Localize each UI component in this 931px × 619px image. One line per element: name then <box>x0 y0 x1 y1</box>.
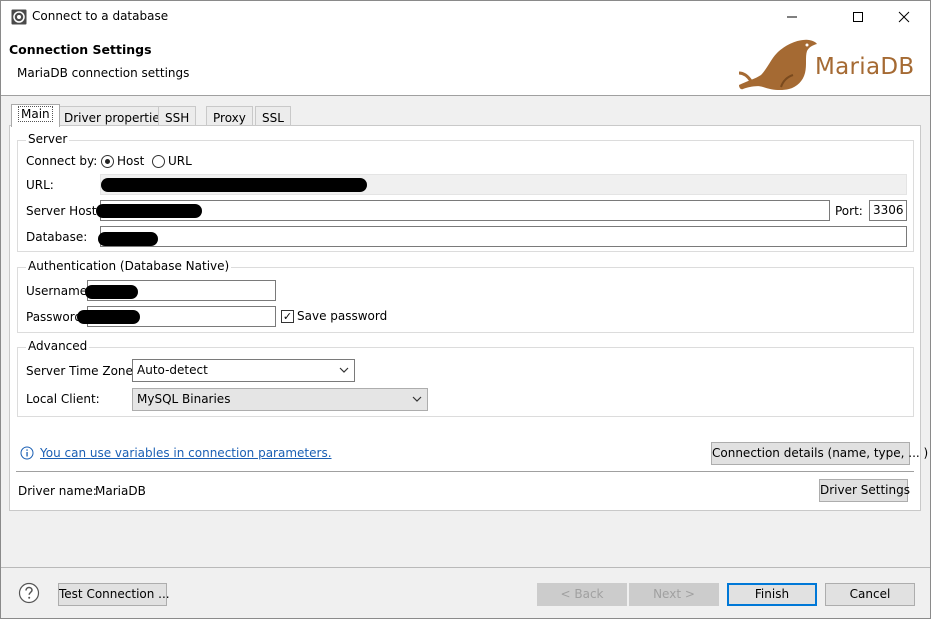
title-bar: Connect to a database <box>1 1 930 33</box>
tab-label: Proxy <box>213 111 246 125</box>
redacted-url <box>101 178 367 192</box>
finish-button[interactable]: Finish <box>727 583 817 606</box>
redacted-database <box>98 232 158 246</box>
server-group: Server Connect by: Host URL URL: Server … <box>17 132 914 252</box>
authentication-group-title: Authentication (Database Native) <box>26 259 232 273</box>
logo-text: MariaDB <box>815 54 915 80</box>
chevron-down-icon <box>339 367 349 373</box>
host-radio[interactable] <box>101 155 114 168</box>
advanced-group-title: Advanced <box>26 339 90 353</box>
page-title: Connection Settings <box>9 42 152 57</box>
tab-main[interactable]: Main <box>11 104 60 127</box>
back-button[interactable]: < Back <box>537 583 627 606</box>
connect-database-dialog: Connect to a database Connection Setting… <box>0 0 931 619</box>
connect-by-label: Connect by: <box>26 154 98 168</box>
window-title: Connect to a database <box>32 9 169 23</box>
dialog-footer: Test Connection ... < Back Next > Finish… <box>1 567 930 618</box>
password-input[interactable] <box>77 306 276 327</box>
chevron-down-icon <box>412 396 422 402</box>
minimize-button[interactable] <box>769 1 815 33</box>
server-host-label: Server Host: <box>26 204 101 218</box>
test-connection-button[interactable]: Test Connection ... <box>58 583 170 606</box>
tab-label: SSH <box>165 111 190 125</box>
maximize-icon <box>853 12 863 22</box>
url-radio-label: URL <box>168 154 192 168</box>
close-button[interactable] <box>881 1 927 33</box>
app-icon <box>11 9 27 25</box>
database-label: Database: <box>26 230 88 244</box>
tab-label: Main <box>18 106 53 122</box>
save-password-label: Save password <box>297 309 388 323</box>
connection-details-button[interactable]: Connection details (name, type, ... ) <box>711 442 928 465</box>
variables-help-link[interactable]: You can use variables in connection para… <box>40 446 332 460</box>
server-time-zone-value: Auto-detect <box>137 363 208 377</box>
host-radio-label: Host <box>117 154 145 168</box>
authentication-group: Authentication (Database Native) Usernam… <box>17 259 914 333</box>
url-input[interactable] <box>100 174 907 195</box>
port-input[interactable]: 3306 <box>869 200 907 221</box>
info-icon <box>20 446 34 460</box>
save-password-checkbox[interactable]: ✓ <box>281 310 294 323</box>
local-client-value: MySQL Binaries <box>137 392 231 406</box>
advanced-group: Advanced Server Time Zone: Auto-detect L… <box>17 339 914 417</box>
url-radio[interactable] <box>152 155 165 168</box>
port-value: 3306 <box>873 203 904 217</box>
server-time-zone-label: Server Time Zone: <box>26 364 137 378</box>
port-label: Port: <box>835 204 863 218</box>
next-button[interactable]: Next > <box>629 583 719 606</box>
local-client-select[interactable]: MySQL Binaries <box>132 388 428 411</box>
cancel-button[interactable]: Cancel <box>825 583 915 606</box>
local-client-label: Local Client: <box>26 392 100 406</box>
driver-name-value: MariaDB <box>95 484 146 498</box>
maximize-button[interactable] <box>835 1 881 33</box>
server-time-zone-select[interactable]: Auto-detect <box>132 359 355 382</box>
tab-label: SSL <box>262 111 284 125</box>
sea-lion-icon <box>738 39 817 91</box>
tab-proxy[interactable]: Proxy <box>206 106 253 127</box>
tab-ssl[interactable]: SSL <box>255 106 291 127</box>
dialog-header: Connection Settings MariaDB connection s… <box>1 33 930 96</box>
redacted-host <box>96 204 202 218</box>
help-icon[interactable] <box>18 582 40 604</box>
redacted-password <box>77 310 140 324</box>
database-input[interactable] <box>98 226 907 247</box>
divider <box>16 471 914 472</box>
redacted-username <box>85 285 138 299</box>
server-host-input[interactable] <box>96 200 830 221</box>
mariadb-logo: MariaDB <box>737 35 927 93</box>
main-tab-panel: Server Connect by: Host URL URL: Server … <box>9 125 928 511</box>
tab-driver-properties[interactable]: Driver properties <box>57 106 173 127</box>
page-subtitle: MariaDB connection settings <box>17 66 190 80</box>
driver-name-label: Driver name: <box>18 484 97 498</box>
tab-ssh[interactable]: SSH <box>158 106 197 127</box>
username-label: Username: <box>26 284 92 298</box>
url-label: URL: <box>26 178 54 192</box>
username-input[interactable] <box>85 280 276 301</box>
close-icon <box>898 11 910 23</box>
server-group-title: Server <box>26 132 70 146</box>
tab-label: Driver properties <box>64 111 166 125</box>
driver-settings-button[interactable]: Driver Settings <box>819 479 910 502</box>
minimize-icon <box>787 16 797 18</box>
